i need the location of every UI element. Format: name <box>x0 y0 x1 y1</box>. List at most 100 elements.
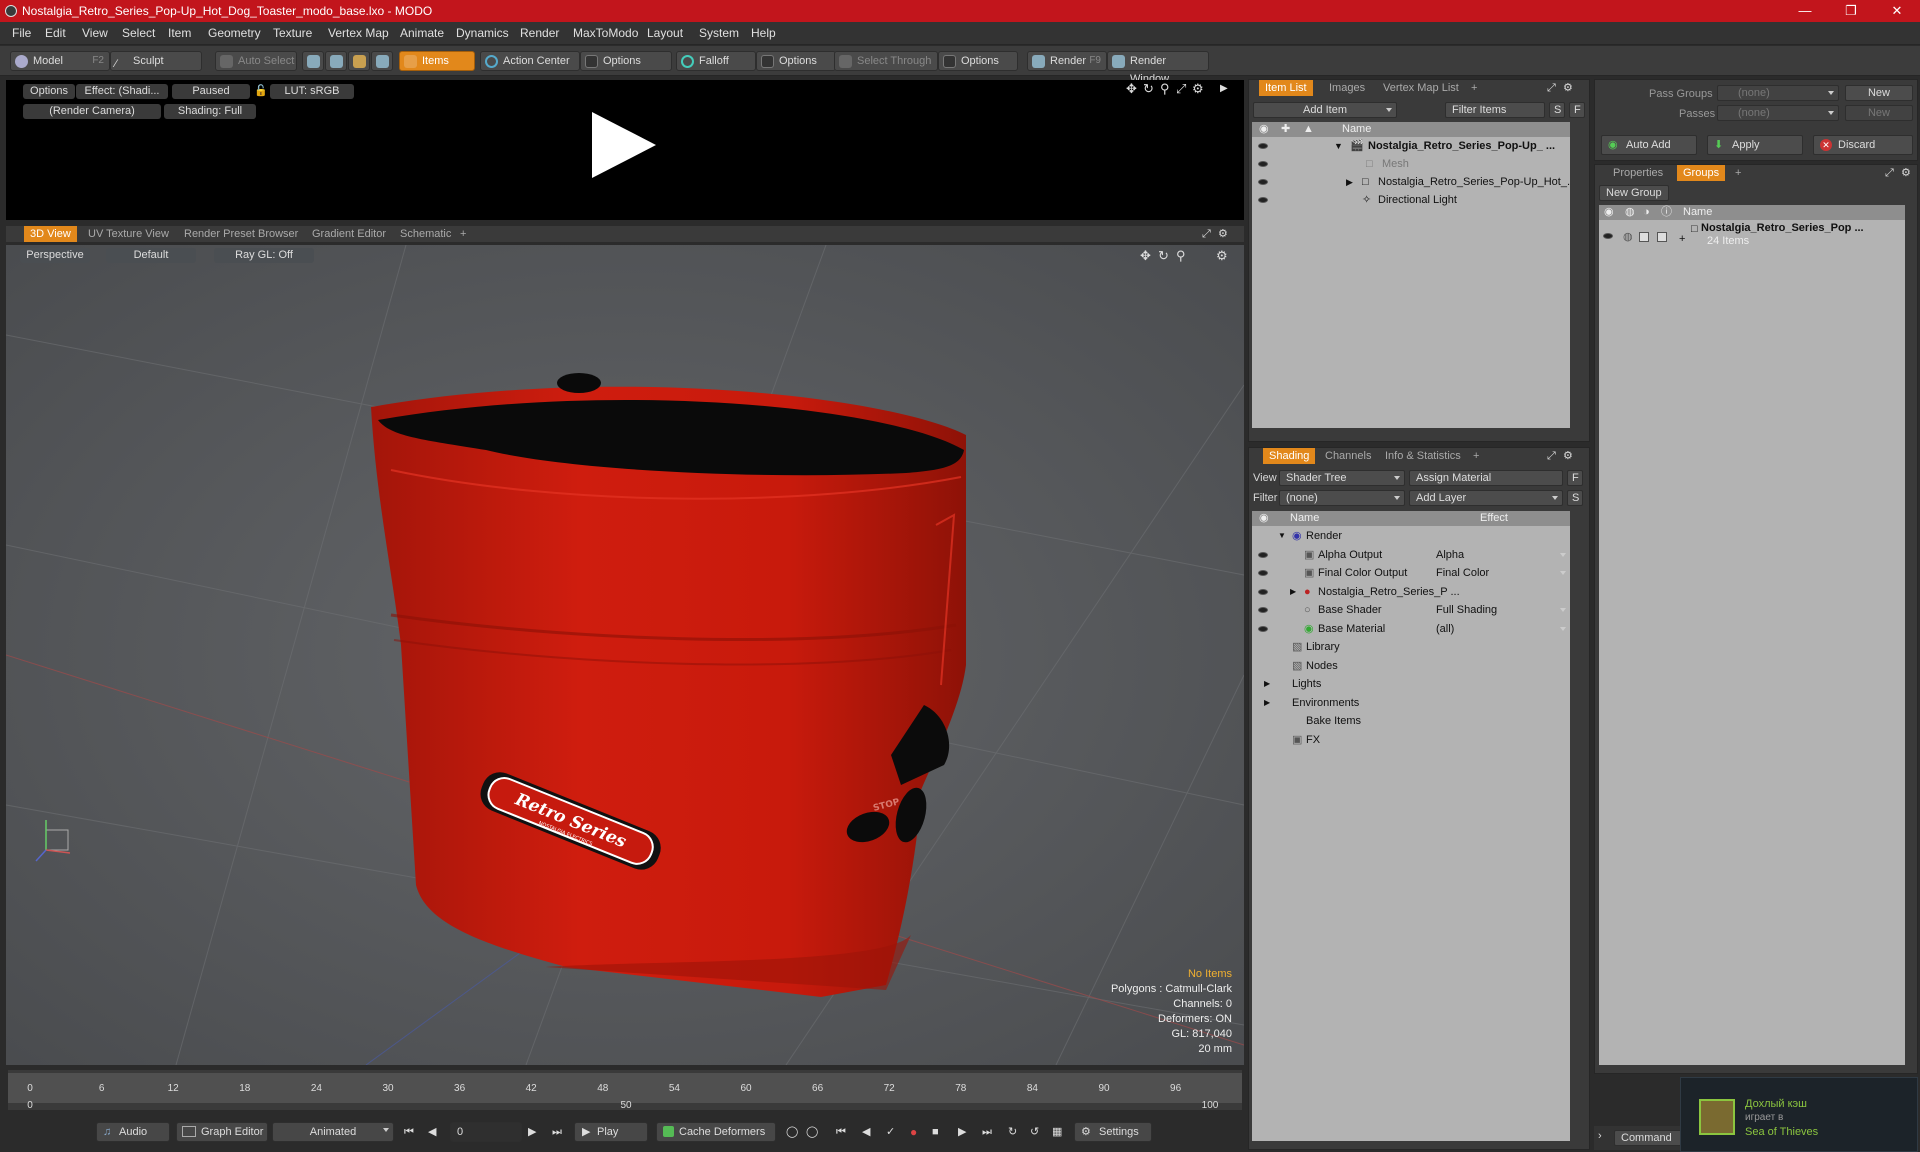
delete-key-icon[interactable]: ■ <box>932 1126 939 1139</box>
menu-layout[interactable]: Layout <box>647 26 683 40</box>
tab-render-preset-browser[interactable]: Render Preset Browser <box>178 226 304 242</box>
settings-button[interactable]: ⚙ Settings <box>1074 1122 1152 1142</box>
zoom-view-icon[interactable]: ⚲ <box>1176 249 1186 262</box>
auto-select-button[interactable]: Auto Select <box>215 51 297 71</box>
expand-triangle-icon[interactable]: ▶ <box>1264 675 1270 693</box>
prev-key-icon[interactable]: ⏮ <box>836 1126 846 1139</box>
tab-item-list[interactable]: Item List <box>1259 80 1313 96</box>
chevron-down-icon[interactable] <box>1560 552 1566 557</box>
projection-dropdown[interactable]: Perspective <box>20 248 90 263</box>
menu-render[interactable]: Render <box>520 26 559 40</box>
maximize-panel-icon[interactable]: ⤢ <box>1547 450 1556 463</box>
gear-icon[interactable]: ⚙ <box>1218 228 1228 241</box>
list-item[interactable]: ▶ □ Nostalgia_Retro_Series_Pop-Up_Hot_... <box>1252 173 1570 191</box>
falloff-button[interactable]: Falloff <box>676 51 756 71</box>
animated-dropdown[interactable]: Animated <box>272 1122 394 1142</box>
step-forward-icon[interactable]: ▶ <box>528 1126 536 1139</box>
zoom-view-icon[interactable]: ⚲ <box>1160 82 1170 95</box>
loop-icon[interactable]: ↻ <box>1008 1126 1017 1139</box>
shader-row[interactable]: ◉ Base Material (all) <box>1252 620 1570 638</box>
shader-row-effect[interactable]: Full Shading <box>1436 601 1497 619</box>
cache-deformers-button[interactable]: Cache Deformers <box>656 1122 776 1142</box>
gear-icon[interactable]: ⚙ <box>1216 249 1228 262</box>
preview-lut-dropdown[interactable]: LUT: sRGB <box>270 84 354 99</box>
menu-dynamics[interactable]: Dynamics <box>456 26 509 40</box>
expand-arrow-icon[interactable]: ▶ <box>1220 82 1228 95</box>
move-view-icon[interactable]: ✥ <box>1126 82 1137 95</box>
menu-vertex-map[interactable]: Vertex Map <box>328 26 389 40</box>
shader-row[interactable]: ○ Base Shader Full Shading <box>1252 601 1570 619</box>
shader-row-effect[interactable]: Alpha <box>1436 546 1464 564</box>
expand-plus-icon[interactable]: + <box>1679 230 1685 248</box>
audio-button[interactable]: ♫ Audio <box>96 1122 170 1142</box>
action-center-options-button[interactable]: Options <box>580 51 672 71</box>
eye-icon[interactable] <box>1258 161 1268 167</box>
render-window-button[interactable]: Render Window <box>1107 51 1209 85</box>
shader-row-effect[interactable]: (all) <box>1436 620 1454 638</box>
items-mode-button[interactable]: Items <box>399 51 475 71</box>
add-tab-icon[interactable]: + <box>1465 80 1483 96</box>
restore-button[interactable]: ❐ <box>1828 0 1874 22</box>
tab-schematic[interactable]: Schematic <box>394 226 457 242</box>
last-key-icon[interactable]: ⏭ <box>982 1126 992 1139</box>
set-key-icon[interactable]: ✓ <box>886 1126 895 1139</box>
close-button[interactable]: ✕ <box>1874 0 1920 22</box>
shader-row[interactable]: ▣ FX <box>1252 731 1570 749</box>
assign-material-button[interactable]: Assign Material <box>1409 470 1563 486</box>
eye-icon[interactable] <box>1258 588 1268 595</box>
expand-triangle-icon[interactable]: ▶ <box>1264 694 1270 712</box>
next-key-icon[interactable]: ▶ <box>958 1126 966 1139</box>
shader-row-effect[interactable]: Final Color <box>1436 564 1489 582</box>
menu-edit[interactable]: Edit <box>45 26 66 40</box>
shader-row[interactable]: Bake Items <box>1252 712 1570 730</box>
shader-row[interactable]: ▣ Alpha Output Alpha <box>1252 546 1570 564</box>
eye-icon[interactable] <box>1258 625 1268 632</box>
menu-animate[interactable]: Animate <box>400 26 444 40</box>
menu-select[interactable]: Select <box>122 26 155 40</box>
model-mode-button[interactable]: Model F2 <box>10 51 110 71</box>
eye-icon[interactable] <box>1258 179 1268 185</box>
filter-icon[interactable]: ▦ <box>1052 1126 1062 1139</box>
lock-icon[interactable]: 🔓 <box>254 85 268 98</box>
gear-icon[interactable]: ⚙ <box>1901 167 1911 180</box>
record-icon[interactable]: ● <box>910 1126 917 1139</box>
add-tab-icon[interactable]: + <box>1729 165 1747 181</box>
add-tab-icon[interactable]: + <box>454 226 472 242</box>
group-row[interactable]: ◍ + □ Nostalgia_Retro_Series_Pop ... 24 … <box>1599 222 1905 252</box>
maximize-panel-icon[interactable]: ⤢ <box>1202 228 1211 241</box>
key-auto-icon[interactable]: ◯ <box>806 1126 818 1139</box>
toaster-model[interactable]: Retro Series NOSTALGIA ELECTRICS STOP <box>371 373 966 997</box>
graph-editor-button[interactable]: Graph Editor <box>176 1122 268 1142</box>
tab-vertex-map-list[interactable]: Vertex Map List <box>1377 80 1465 96</box>
chevron-down-icon[interactable] <box>1560 571 1566 575</box>
shader-row[interactable]: ▼ ◉ Render <box>1252 527 1570 545</box>
3d-viewport[interactable]: Retro Series NOSTALGIA ELECTRICS STOP Pe… <box>6 245 1244 1065</box>
expand-triangle-icon[interactable]: ▼ <box>1278 527 1286 545</box>
eye-icon[interactable] <box>1258 197 1268 203</box>
apply-button[interactable]: ⬇ Apply <box>1707 135 1803 155</box>
eye-icon[interactable] <box>1258 607 1268 613</box>
timeline-ruler[interactable]: 0 6 12 18 24 30 36 42 48 54 60 66 72 78 84 90 96 <box>8 1073 1242 1103</box>
move-view-icon[interactable]: ✥ <box>1140 249 1151 262</box>
tab-3d-view[interactable]: 3D View <box>24 226 77 242</box>
menu-maxtomodo[interactable]: MaxToModo <box>573 26 638 40</box>
menu-geometry[interactable]: Geometry <box>208 26 261 40</box>
skip-start-icon[interactable]: ⏮ <box>404 1126 414 1139</box>
render-toggle-icon[interactable]: ◍ <box>1623 228 1633 246</box>
tab-channels[interactable]: Channels <box>1319 448 1377 464</box>
shader-row[interactable]: ▶ Lights <box>1252 675 1570 693</box>
tab-properties[interactable]: Properties <box>1607 165 1669 181</box>
shader-row[interactable]: ▧ Nodes <box>1252 657 1570 675</box>
select-through-button[interactable]: Select Through <box>834 51 938 71</box>
new-pass-button[interactable]: New <box>1845 105 1913 121</box>
view-dropdown[interactable]: Shader Tree <box>1279 470 1405 486</box>
list-item[interactable]: ▼ 🎬 Nostalgia_Retro_Series_Pop-Up_ ... <box>1252 137 1570 155</box>
chevron-down-icon[interactable] <box>1560 626 1566 631</box>
lock-checkbox-icon[interactable] <box>1639 232 1649 242</box>
shader-row[interactable]: ▶ Environments <box>1252 694 1570 712</box>
sync-icon[interactable]: ↺ <box>1030 1126 1039 1139</box>
step-back-icon[interactable]: ◀ <box>428 1126 436 1139</box>
rotate-view-icon[interactable]: ↻ <box>1143 82 1154 95</box>
preview-options-button[interactable]: Options <box>23 84 75 99</box>
preview-paused-button[interactable]: Paused <box>172 84 250 99</box>
